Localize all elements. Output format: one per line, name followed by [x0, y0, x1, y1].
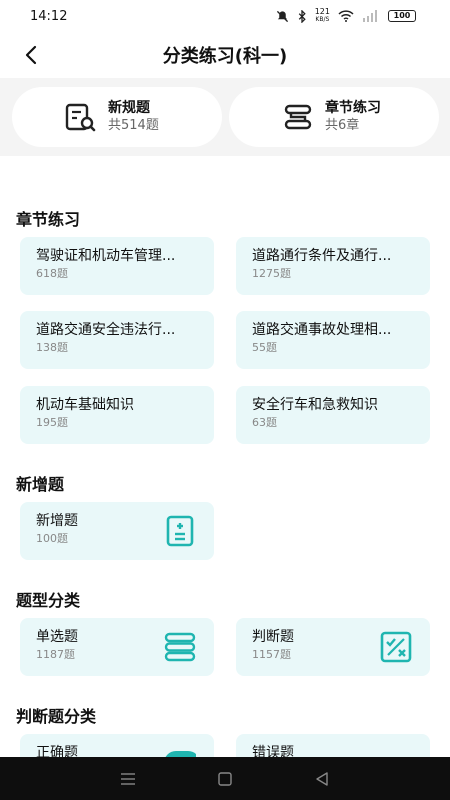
system-nav-bar [0, 757, 450, 800]
net-speed: 121 KB/S [314, 7, 330, 24]
chapter-practice-count: 共6章 [325, 118, 360, 133]
judgment-card[interactable]: 判断题 1157题 [236, 618, 430, 676]
chevron-left-icon [25, 45, 37, 65]
section-title-new-questions: 新增题 [16, 475, 65, 494]
document-search-icon [65, 103, 96, 132]
wifi-icon [338, 10, 354, 22]
home-nav-button[interactable] [213, 767, 237, 791]
check-cross-icon [380, 631, 412, 663]
back-nav-button[interactable] [310, 767, 334, 791]
chapter-card-2[interactable]: 道路通行条件及通行... 1275题 [236, 237, 430, 295]
chapter-card-count: 55题 [252, 341, 277, 354]
app-header: 分类练习(科一) [0, 32, 450, 78]
stack-list-icon [164, 632, 196, 662]
chapter-card-count: 138题 [36, 341, 68, 354]
chapter-card-count: 63题 [252, 416, 277, 429]
calculator-doc-icon [166, 515, 194, 547]
status-icons: 121 KB/S 100 [276, 8, 416, 24]
chapter-card-1[interactable]: 驾驶证和机动车管理... 618题 [20, 237, 214, 295]
chapter-card-count: 195题 [36, 416, 68, 429]
section-title-question-types: 题型分类 [16, 591, 81, 610]
chapter-card-6[interactable]: 安全行车和急救知识 63题 [236, 386, 430, 444]
menu-nav-button[interactable] [116, 767, 140, 791]
chapter-card-title: 机动车基础知识 [36, 397, 134, 413]
chapter-card-title: 道路通行条件及通行... [252, 248, 392, 264]
chapter-card-4[interactable]: 道路交通事故处理相... 55题 [236, 311, 430, 369]
bluetooth-icon [298, 9, 306, 23]
battery-icon: 100 [388, 10, 416, 22]
chapter-list-icon [284, 104, 312, 130]
page-title: 分类练习(科一) [162, 46, 288, 67]
status-time: 14:12 [30, 8, 68, 24]
chapter-card-5[interactable]: 机动车基础知识 195题 [20, 386, 214, 444]
status-bar: 14:12 121 KB/S 100 [0, 0, 450, 32]
chapter-card-count: 618题 [36, 267, 68, 280]
section-title-chapters: 章节练习 [16, 210, 81, 229]
chapter-card-3[interactable]: 道路交通安全违法行... 138题 [20, 311, 214, 369]
menu-icon [121, 772, 136, 785]
chapter-card-title: 道路交通安全违法行... [36, 322, 176, 338]
signal-icon [363, 10, 377, 22]
chapter-card-title: 道路交通事故处理相... [252, 322, 392, 338]
new-rules-title: 新规题 [108, 100, 150, 116]
section-title-judgment-types: 判断题分类 [16, 707, 97, 726]
chapter-card-title: 驾驶证和机动车管理... [36, 248, 176, 264]
single-choice-card[interactable]: 单选题 1187题 [20, 618, 214, 676]
new-rules-count: 共514题 [108, 118, 159, 133]
chapter-practice-card[interactable]: 章节练习 共6章 [229, 87, 439, 147]
chapter-practice-title: 章节练习 [325, 100, 381, 116]
chapter-card-title: 安全行车和急救知识 [252, 397, 378, 413]
new-rules-card[interactable]: 新规题 共514题 [12, 87, 222, 147]
back-triangle-icon [315, 771, 328, 786]
home-square-icon [218, 771, 232, 786]
new-questions-card[interactable]: 新增题 100题 [20, 502, 214, 560]
top-cards-band: 新规题 共514题 章节练习 共6章 [0, 78, 450, 156]
back-button[interactable] [16, 40, 46, 70]
mute-bell-icon [276, 10, 288, 22]
chapter-card-count: 1275题 [252, 267, 291, 280]
